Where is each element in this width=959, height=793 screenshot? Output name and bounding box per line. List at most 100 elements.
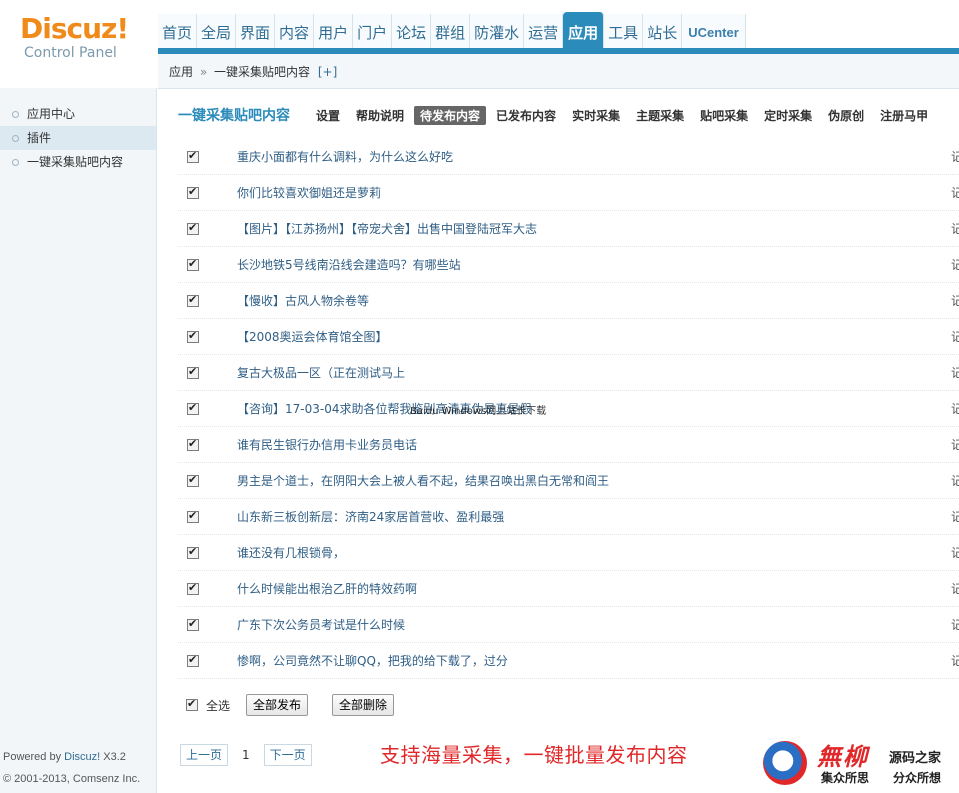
post-title-link[interactable]: 长沙地铁5号线南沿线会建造吗？有哪些站 [237,256,461,273]
post-title-link[interactable]: 你们比较喜欢御姐还是萝莉 [237,184,381,201]
plugin-tab-5[interactable]: 主题采集 [630,106,690,125]
pagination: 上一页 1 下一页 [180,744,312,766]
nav-item-13[interactable]: UCenter [682,14,746,50]
post-checkbox[interactable] [187,401,199,415]
post-checkbox[interactable] [187,437,199,451]
plugin-tab-9[interactable]: 注册马甲 [874,106,934,125]
post-checkbox[interactable] [187,545,199,559]
post-checkbox[interactable] [187,149,199,163]
plugin-tab-2[interactable]: 待发布内容 [414,105,487,125]
post-title-link[interactable]: 【慢收】古风人物余卷等 [237,292,369,309]
post-checkbox[interactable] [187,473,199,487]
post-title-link[interactable]: 广东下次公务员考试是什么时候 [237,616,405,633]
nav-item-2[interactable]: 界面 [236,14,276,50]
publish-all-button[interactable]: 全部发布 [246,694,309,716]
discuz-logo[interactable]: Discuz! Control Panel [20,12,129,62]
plugin-tab-0[interactable]: 设置 [310,106,346,125]
add-shortcut-button[interactable]: [+] [318,65,337,79]
plugin-tab-3[interactable]: 已发布内容 [490,106,562,125]
plugin-tab-1[interactable]: 帮助说明 [350,106,410,125]
post-action-link[interactable]: 记 [951,247,959,283]
post-row: 【咨询】17-03-04求助各位帮我鉴别高清真伪是真是假记 [178,391,959,427]
bullet-circle-icon [12,134,19,142]
post-action-link[interactable]: 记 [951,355,959,391]
post-action-link[interactable]: 记 [951,571,959,607]
post-title-link[interactable]: 惨啊，公司竟然不让聊QQ，把我的给下载了，过分 [237,652,508,669]
select-all-label: 全选 [206,698,231,713]
post-row: 男主是个道士，在阴阳大会上被人看不起，结果召唤出黑白无常和阎王 记 [178,463,959,499]
breadcrumb-root[interactable]: 应用 [169,65,193,79]
post-row: 长沙地铁5号线南沿线会建造吗？有哪些站 记 [178,247,959,283]
post-checkbox[interactable] [187,581,199,595]
post-action-link[interactable]: 记 [951,535,959,571]
post-checkbox[interactable] [187,293,199,307]
post-checkbox[interactable] [187,653,199,667]
post-checkbox[interactable] [187,257,199,271]
post-title-link[interactable]: 谁还没有几根锁骨， [237,544,345,561]
post-checkbox[interactable] [187,329,199,343]
plugin-tab-4[interactable]: 实时采集 [566,106,626,125]
post-action-link[interactable]: 记 [951,139,959,175]
nav-item-1[interactable]: 全局 [197,14,237,50]
plugin-tab-7[interactable]: 定时采集 [758,106,818,125]
post-title-link[interactable]: 重庆小面都有什么调料，为什么这么好吃 [237,148,453,165]
nav-item-4[interactable]: 用户 [314,14,354,50]
plugin-tab-8[interactable]: 伪原创 [822,106,870,125]
select-all-checkbox[interactable] [186,697,198,711]
post-row: 谁还没有几根锁骨， 记 [178,535,959,571]
post-title-link[interactable]: 山东新三板创新层：济南24家居首营收、盈利最强 [237,508,504,525]
nav-item-10[interactable]: 应用 [563,12,605,50]
post-title-link[interactable]: 复古大极品一区（正在测试马上 [237,364,405,381]
watermark-logo-icon [763,741,807,785]
nav-item-0[interactable]: 首页 [158,14,198,50]
post-checkbox[interactable] [187,185,199,199]
post-action-link[interactable]: 记 [951,283,959,319]
post-action-link[interactable]: 记 [951,607,959,643]
post-title-link[interactable]: 什么时候能出根治乙肝的特效药啊 [237,580,417,597]
nav-item-12[interactable]: 站长 [643,14,683,50]
bulk-actions: 全选 全部发布 全部删除 [186,694,418,716]
post-row: 重庆小面都有什么调料，为什么这么好吃 记 [178,139,959,175]
overlay-watermark-text: Baidu Windows网上站长下载 [410,406,547,417]
post-action-link[interactable]: 记 [951,391,959,427]
watermark-site: 源码之家 [889,751,942,766]
post-title-link[interactable]: 男主是个道士，在阴阳大会上被人看不起，结果召唤出黑白无常和阎王 [237,472,609,489]
post-title-link[interactable]: 谁有民生银行办信用卡业务员电话 [237,436,417,453]
main-content: 一键采集贴吧内容 设置 帮助说明 待发布内容 已发布内容 实时采集 主题采集 贴吧采集 定时采… [158,89,959,793]
post-action-link[interactable]: 记 [951,319,959,355]
post-checkbox[interactable] [187,365,199,379]
post-action-link[interactable]: 记 [951,427,959,463]
sidebar-item-0[interactable]: 应用中心 [0,102,156,126]
sidebar-item-label: 一键采集贴吧内容 [27,155,124,169]
sidebar-item-2[interactable]: 一键采集贴吧内容 [0,150,156,174]
breadcrumb-separator: » [199,65,208,79]
prev-page-button[interactable]: 上一页 [180,744,229,766]
nav-item-7[interactable]: 群组 [431,14,471,50]
post-action-link[interactable]: 记 [951,175,959,211]
post-row: 【慢收】古风人物余卷等 记 [178,283,959,319]
post-title-link[interactable]: 【图片】【江苏扬州】【帝宠犬舍】出售中国登陆冠军大志 [237,220,537,237]
post-title-link[interactable]: 【2008奥运会体育馆全图】 [237,328,388,345]
nav-item-6[interactable]: 论坛 [392,14,432,50]
powered-prefix: Powered by [3,751,65,763]
sidebar-item-1[interactable]: 插件 [0,126,156,150]
nav-item-5[interactable]: 门户 [353,14,393,50]
nav-item-8[interactable]: 防灌水 [470,14,525,50]
nav-item-11[interactable]: 工具 [604,14,644,50]
post-action-link[interactable]: 记 [951,211,959,247]
breadcrumb-current: 一键采集贴吧内容 [214,65,311,79]
plugin-tab-6[interactable]: 贴吧采集 [694,106,754,125]
post-checkbox[interactable] [187,617,199,631]
delete-all-button[interactable]: 全部删除 [332,694,395,716]
post-action-link[interactable]: 记 [951,499,959,535]
brand-bang: ! [116,12,129,45]
next-page-button[interactable]: 下一页 [263,744,312,766]
post-action-link[interactable]: 记 [951,463,959,499]
post-checkbox[interactable] [187,509,199,523]
post-action-link[interactable]: 记 [951,643,959,679]
post-checkbox[interactable] [187,221,199,235]
powered-link[interactable]: Discuz! [64,751,100,763]
nav-item-9[interactable]: 运营 [524,14,564,50]
watermark-slogan-right: 分众所想 [893,771,942,785]
nav-item-3[interactable]: 内容 [275,14,315,50]
